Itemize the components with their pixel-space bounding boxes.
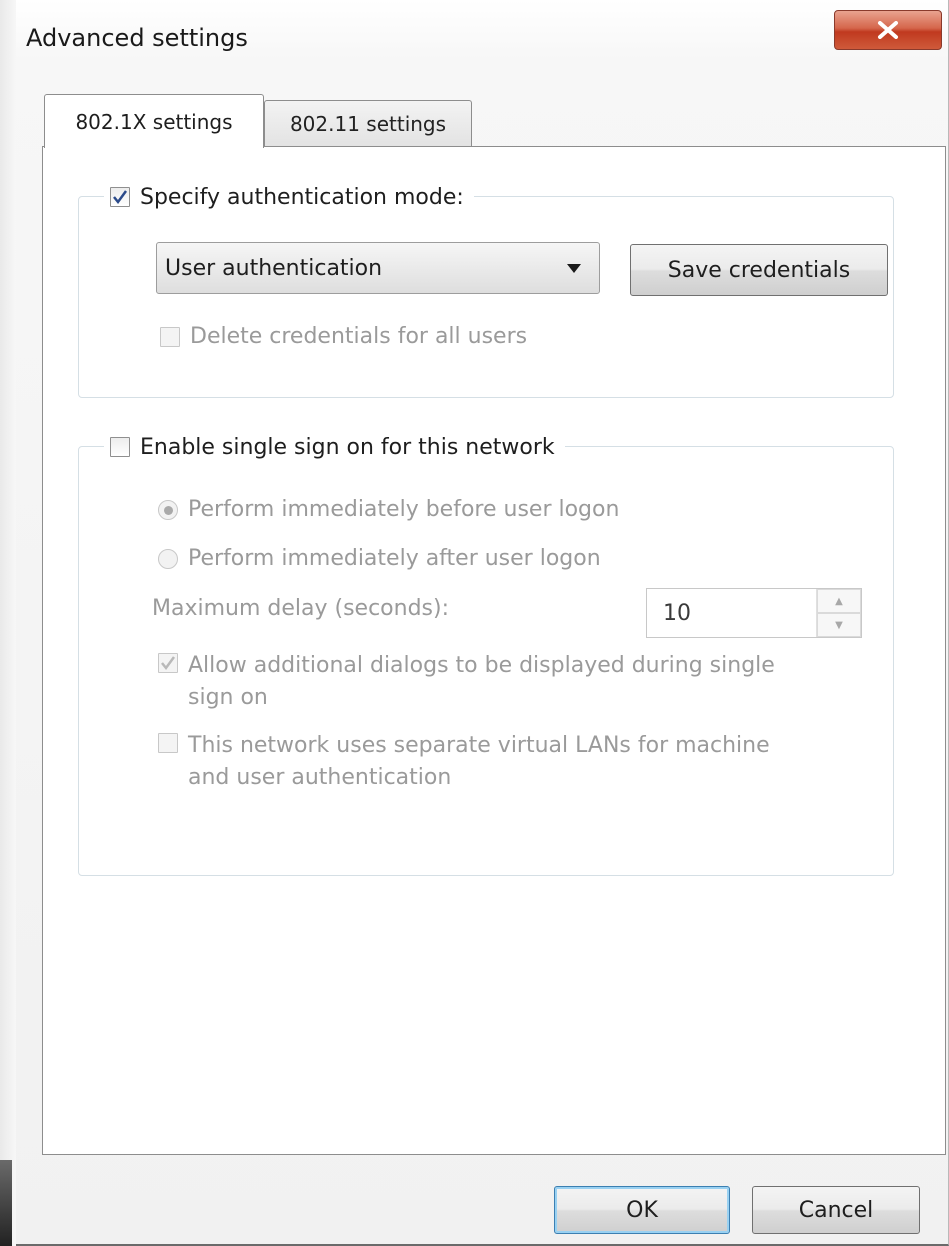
radio-after-logon-label: Perform immediately after user logon [188,546,601,571]
radio-indicator[interactable] [158,549,178,569]
separate-vlans-label-line2: and user authentication [188,765,452,790]
ok-button[interactable]: OK [554,1186,730,1234]
auth-mode-select-value: User authentication [165,255,383,281]
window-title: Advanced settings [26,24,248,52]
auth-mode-select[interactable]: User authentication [156,242,600,294]
radio-before-logon-label: Perform immediately before user logon [188,497,620,522]
spinner-buttons: ▲ ▼ [816,589,861,637]
close-x-icon [878,21,898,39]
radio-indicator[interactable] [158,500,178,520]
max-delay-label: Maximum delay (seconds): [152,596,449,621]
separate-vlans-label-line1: This network uses separate virtual LANs … [188,733,770,758]
checkmark-icon [161,656,176,671]
spin-up-icon[interactable]: ▲ [817,589,861,613]
delete-credentials-label: Delete credentials for all users [190,324,528,349]
max-delay-value[interactable]: 10 [647,601,816,626]
window-left-shadow-dark [0,1160,12,1246]
delete-credentials-checkbox[interactable]: Delete credentials for all users [160,324,527,349]
checkbox-box[interactable] [160,327,180,347]
dropdown-arrow-icon [567,263,581,273]
enable-sso-label: Enable single sign on for this network [140,434,555,460]
checkmark-icon [113,190,128,205]
separate-vlans-checkbox[interactable]: This network uses separate virtual LANs … [158,730,770,794]
max-delay-spinner[interactable]: 10 ▲ ▼ [646,588,862,638]
specify-auth-mode-label: Specify authentication mode: [140,184,464,210]
auth-mode-group [78,196,894,398]
radio-dot [163,505,173,515]
spin-down-icon[interactable]: ▼ [817,613,861,637]
allow-dialogs-checkbox[interactable]: Allow additional dialogs to be displayed… [158,650,775,714]
checkbox-box[interactable] [158,733,178,753]
specify-auth-mode-checkbox[interactable]: Specify authentication mode: [104,180,474,214]
checkbox-box[interactable] [110,187,130,207]
tab-802-1x-settings[interactable]: 802.1X settings [44,94,264,148]
save-credentials-button[interactable]: Save credentials [630,244,888,296]
checkbox-box[interactable] [158,653,178,673]
allow-dialogs-label: Allow additional dialogs to be displayed… [188,650,775,714]
allow-dialogs-label-line1: Allow additional dialogs to be displayed… [188,653,775,678]
tab-802-11-settings[interactable]: 802.11 settings [264,100,472,146]
checkbox-box[interactable] [110,437,130,457]
close-button[interactable] [834,10,942,50]
radio-after-logon[interactable]: Perform immediately after user logon [158,546,601,571]
radio-before-logon[interactable]: Perform immediately before user logon [158,497,619,522]
allow-dialogs-label-line2: sign on [188,685,268,710]
separate-vlans-label: This network uses separate virtual LANs … [188,730,770,794]
cancel-button[interactable]: Cancel [752,1186,920,1234]
advanced-settings-window: Advanced settings 802.1X settings 802.11… [0,0,949,1246]
window-left-shadow [0,0,16,1246]
enable-sso-checkbox[interactable]: Enable single sign on for this network [104,430,565,464]
